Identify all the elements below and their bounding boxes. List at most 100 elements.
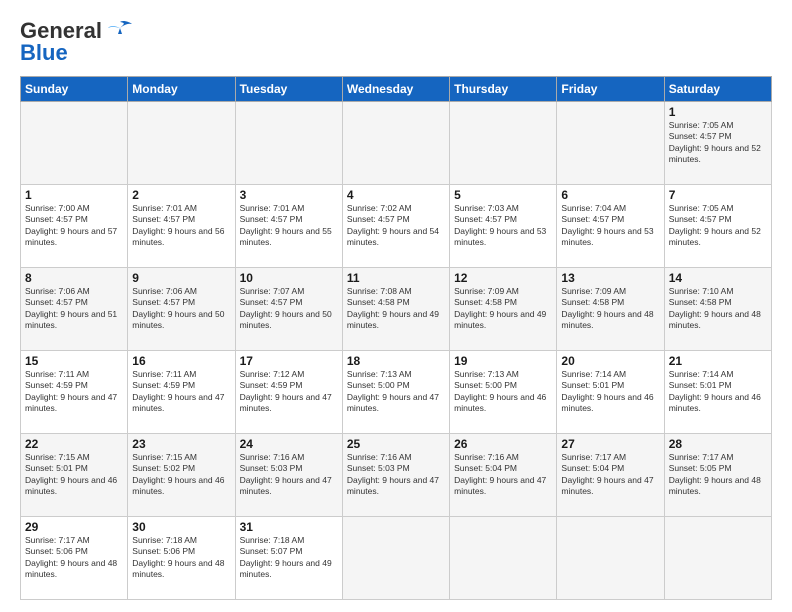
calendar-cell: 1Sunrise: 7:05 AMSunset: 4:57 PMDaylight…	[664, 102, 771, 185]
day-info: Sunrise: 7:07 AMSunset: 4:57 PMDaylight:…	[240, 286, 332, 330]
calendar-cell	[342, 517, 449, 600]
day-number: 10	[240, 271, 338, 285]
calendar-cell: 21Sunrise: 7:14 AMSunset: 5:01 PMDayligh…	[664, 351, 771, 434]
calendar-cell: 9Sunrise: 7:06 AMSunset: 4:57 PMDaylight…	[128, 268, 235, 351]
day-header-monday: Monday	[128, 77, 235, 102]
day-number: 25	[347, 437, 445, 451]
calendar-cell: 27Sunrise: 7:17 AMSunset: 5:04 PMDayligh…	[557, 434, 664, 517]
calendar-cell: 29Sunrise: 7:17 AMSunset: 5:06 PMDayligh…	[21, 517, 128, 600]
calendar-cell: 17Sunrise: 7:12 AMSunset: 4:59 PMDayligh…	[235, 351, 342, 434]
calendar-cell: 31Sunrise: 7:18 AMSunset: 5:07 PMDayligh…	[235, 517, 342, 600]
calendar-cell: 20Sunrise: 7:14 AMSunset: 5:01 PMDayligh…	[557, 351, 664, 434]
day-info: Sunrise: 7:16 AMSunset: 5:03 PMDaylight:…	[240, 452, 332, 496]
day-info: Sunrise: 7:06 AMSunset: 4:57 PMDaylight:…	[25, 286, 117, 330]
calendar-cell: 5Sunrise: 7:03 AMSunset: 4:57 PMDaylight…	[450, 185, 557, 268]
calendar-cell	[557, 102, 664, 185]
day-info: Sunrise: 7:17 AMSunset: 5:04 PMDaylight:…	[561, 452, 653, 496]
calendar-cell	[557, 517, 664, 600]
calendar-cell: 23Sunrise: 7:15 AMSunset: 5:02 PMDayligh…	[128, 434, 235, 517]
calendar-week-2: 1Sunrise: 7:00 AMSunset: 4:57 PMDaylight…	[21, 185, 772, 268]
logo-bird-icon	[106, 20, 134, 42]
calendar-cell	[342, 102, 449, 185]
day-number: 14	[669, 271, 767, 285]
day-info: Sunrise: 7:14 AMSunset: 5:01 PMDaylight:…	[669, 369, 761, 413]
day-info: Sunrise: 7:00 AMSunset: 4:57 PMDaylight:…	[25, 203, 117, 247]
day-number: 18	[347, 354, 445, 368]
calendar-week-1: 1Sunrise: 7:05 AMSunset: 4:57 PMDaylight…	[21, 102, 772, 185]
day-info: Sunrise: 7:09 AMSunset: 4:58 PMDaylight:…	[561, 286, 653, 330]
calendar-cell: 11Sunrise: 7:08 AMSunset: 4:58 PMDayligh…	[342, 268, 449, 351]
day-info: Sunrise: 7:15 AMSunset: 5:02 PMDaylight:…	[132, 452, 224, 496]
calendar-cell: 13Sunrise: 7:09 AMSunset: 4:58 PMDayligh…	[557, 268, 664, 351]
day-info: Sunrise: 7:17 AMSunset: 5:05 PMDaylight:…	[669, 452, 761, 496]
calendar-cell	[235, 102, 342, 185]
day-info: Sunrise: 7:01 AMSunset: 4:57 PMDaylight:…	[240, 203, 332, 247]
day-number: 21	[669, 354, 767, 368]
day-header-tuesday: Tuesday	[235, 77, 342, 102]
day-number: 1	[669, 105, 767, 119]
calendar-cell: 28Sunrise: 7:17 AMSunset: 5:05 PMDayligh…	[664, 434, 771, 517]
day-header-sunday: Sunday	[21, 77, 128, 102]
calendar-cell: 14Sunrise: 7:10 AMSunset: 4:58 PMDayligh…	[664, 268, 771, 351]
day-number: 11	[347, 271, 445, 285]
day-info: Sunrise: 7:13 AMSunset: 5:00 PMDaylight:…	[347, 369, 439, 413]
calendar-cell	[664, 517, 771, 600]
day-info: Sunrise: 7:02 AMSunset: 4:57 PMDaylight:…	[347, 203, 439, 247]
day-number: 31	[240, 520, 338, 534]
calendar-cell: 7Sunrise: 7:05 AMSunset: 4:57 PMDaylight…	[664, 185, 771, 268]
day-info: Sunrise: 7:12 AMSunset: 4:59 PMDaylight:…	[240, 369, 332, 413]
day-number: 19	[454, 354, 552, 368]
day-number: 17	[240, 354, 338, 368]
header: General Blue	[20, 18, 772, 66]
calendar-header-row: SundayMondayTuesdayWednesdayThursdayFrid…	[21, 77, 772, 102]
calendar-page: General Blue SundayMondayTuesdayWednesda…	[0, 0, 792, 612]
day-number: 5	[454, 188, 552, 202]
day-header-wednesday: Wednesday	[342, 77, 449, 102]
day-info: Sunrise: 7:13 AMSunset: 5:00 PMDaylight:…	[454, 369, 546, 413]
calendar-cell: 25Sunrise: 7:16 AMSunset: 5:03 PMDayligh…	[342, 434, 449, 517]
calendar-cell: 30Sunrise: 7:18 AMSunset: 5:06 PMDayligh…	[128, 517, 235, 600]
day-number: 8	[25, 271, 123, 285]
calendar-cell: 22Sunrise: 7:15 AMSunset: 5:01 PMDayligh…	[21, 434, 128, 517]
day-number: 20	[561, 354, 659, 368]
day-number: 23	[132, 437, 230, 451]
day-header-friday: Friday	[557, 77, 664, 102]
calendar-cell: 26Sunrise: 7:16 AMSunset: 5:04 PMDayligh…	[450, 434, 557, 517]
logo: General Blue	[20, 18, 134, 66]
calendar-cell: 1Sunrise: 7:00 AMSunset: 4:57 PMDaylight…	[21, 185, 128, 268]
day-info: Sunrise: 7:14 AMSunset: 5:01 PMDaylight:…	[561, 369, 653, 413]
calendar-week-3: 8Sunrise: 7:06 AMSunset: 4:57 PMDaylight…	[21, 268, 772, 351]
day-info: Sunrise: 7:18 AMSunset: 5:07 PMDaylight:…	[240, 535, 332, 579]
calendar-cell: 10Sunrise: 7:07 AMSunset: 4:57 PMDayligh…	[235, 268, 342, 351]
day-number: 28	[669, 437, 767, 451]
day-info: Sunrise: 7:03 AMSunset: 4:57 PMDaylight:…	[454, 203, 546, 247]
calendar-cell: 2Sunrise: 7:01 AMSunset: 4:57 PMDaylight…	[128, 185, 235, 268]
day-info: Sunrise: 7:11 AMSunset: 4:59 PMDaylight:…	[132, 369, 224, 413]
calendar-cell: 19Sunrise: 7:13 AMSunset: 5:00 PMDayligh…	[450, 351, 557, 434]
day-header-saturday: Saturday	[664, 77, 771, 102]
day-info: Sunrise: 7:05 AMSunset: 4:57 PMDaylight:…	[669, 203, 761, 247]
day-info: Sunrise: 7:15 AMSunset: 5:01 PMDaylight:…	[25, 452, 117, 496]
day-info: Sunrise: 7:11 AMSunset: 4:59 PMDaylight:…	[25, 369, 117, 413]
day-info: Sunrise: 7:01 AMSunset: 4:57 PMDaylight:…	[132, 203, 224, 247]
calendar-cell: 6Sunrise: 7:04 AMSunset: 4:57 PMDaylight…	[557, 185, 664, 268]
day-info: Sunrise: 7:16 AMSunset: 5:04 PMDaylight:…	[454, 452, 546, 496]
day-number: 6	[561, 188, 659, 202]
calendar-cell: 24Sunrise: 7:16 AMSunset: 5:03 PMDayligh…	[235, 434, 342, 517]
day-info: Sunrise: 7:16 AMSunset: 5:03 PMDaylight:…	[347, 452, 439, 496]
day-number: 24	[240, 437, 338, 451]
calendar-cell	[128, 102, 235, 185]
day-number: 13	[561, 271, 659, 285]
day-number: 9	[132, 271, 230, 285]
calendar-week-6: 29Sunrise: 7:17 AMSunset: 5:06 PMDayligh…	[21, 517, 772, 600]
day-info: Sunrise: 7:09 AMSunset: 4:58 PMDaylight:…	[454, 286, 546, 330]
day-header-thursday: Thursday	[450, 77, 557, 102]
day-number: 15	[25, 354, 123, 368]
calendar-cell: 8Sunrise: 7:06 AMSunset: 4:57 PMDaylight…	[21, 268, 128, 351]
day-number: 16	[132, 354, 230, 368]
calendar-week-5: 22Sunrise: 7:15 AMSunset: 5:01 PMDayligh…	[21, 434, 772, 517]
logo-blue-text: Blue	[20, 40, 68, 66]
calendar-cell	[450, 517, 557, 600]
day-info: Sunrise: 7:10 AMSunset: 4:58 PMDaylight:…	[669, 286, 761, 330]
day-number: 12	[454, 271, 552, 285]
